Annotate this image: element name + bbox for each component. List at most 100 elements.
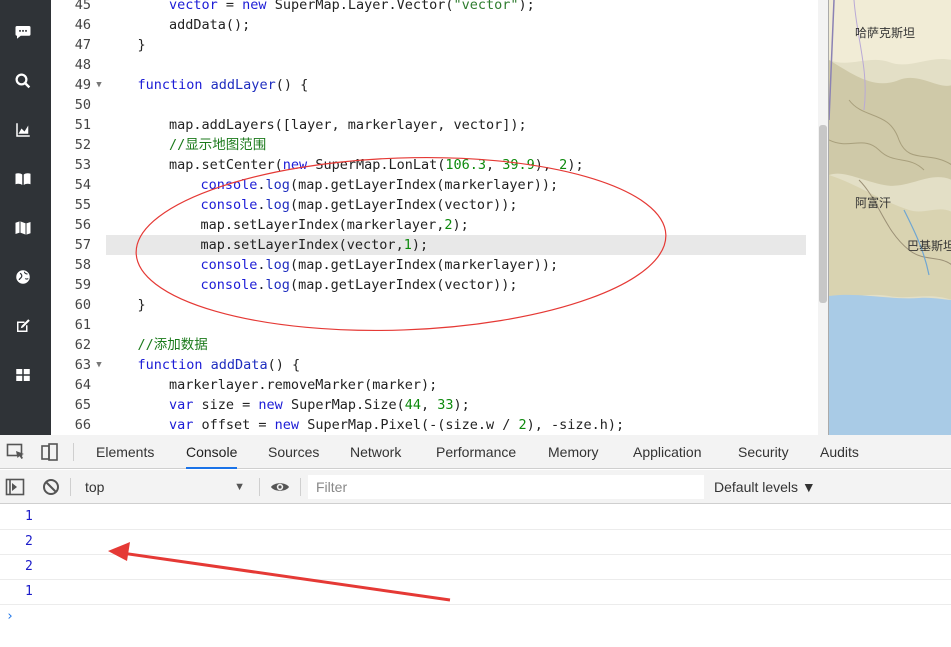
tab-performance[interactable]: Performance [436,435,516,469]
log-levels-dropdown[interactable]: Default levels ▼ [714,475,816,499]
code-line[interactable]: 46 addData(); [51,15,828,35]
tab-console[interactable]: Console [186,435,238,469]
code-line[interactable]: 53 map.setCenter(new SuperMap.LonLat(106.… [51,155,828,175]
clear-console-icon[interactable] [41,478,61,496]
code-token: 33 [437,397,454,413]
map-label-pakistan: 巴基斯坦 [907,239,951,253]
code-line[interactable]: 57 map.setLayerIndex(vector,1); [51,235,828,255]
code-line[interactable]: 47} [51,35,828,55]
line-content: var size = new SuperMap.Size(44, 33); [106,395,806,415]
toolbar-separator-3 [300,478,301,496]
code-token: , [486,157,503,173]
code-token: (map.getLayerIndex(markerlayer)); [289,177,559,193]
chart-icon[interactable] [12,119,34,141]
code-line[interactable]: 62 //添加数据 [51,335,828,355]
line-content [106,315,806,335]
code-line[interactable]: 66 var offset = new SuperMap.Pixel(-(size… [51,415,828,435]
code-line[interactable]: 54 console.log(map.getLayerIndex(markerla… [51,175,828,195]
code-token: addData(); [169,17,251,33]
line-content: function addLayer() { [106,75,806,95]
code-line[interactable]: 61 [51,315,828,335]
fold-toggle-icon[interactable]: ▼ [93,75,105,95]
fold-toggle-icon[interactable]: ▼ [93,355,105,375]
code-editor[interactable]: 45 vector = new SuperMap.Layer.Vector("ve… [51,0,828,435]
code-token: console [200,197,258,213]
code-line[interactable]: 63 ▼ function addData() { [51,355,828,375]
code-line[interactable]: 49 ▼ function addLayer() { [51,75,828,95]
code-line[interactable]: 59 console.log(map.getLayerIndex(vector))… [51,275,828,295]
code-line[interactable]: 45 vector = new SuperMap.Layer.Vector("ve… [51,0,828,15]
code-token: . [257,197,266,213]
tab-elements[interactable]: Elements [96,435,154,469]
context-selector[interactable]: top ▼ [77,475,253,499]
map-view[interactable]: 哈萨克斯坦 阿富汗 巴基斯坦 [828,0,951,435]
tabbar-separator [73,443,74,461]
console-log-row: 2 [0,555,951,580]
code-token: () { [267,357,301,373]
code-token: 1 [403,237,412,253]
code-line[interactable]: 55 console.log(map.getLayerIndex(vector))… [51,195,828,215]
code-token: new [274,417,300,433]
edit-icon[interactable] [12,315,34,337]
globe-icon[interactable] [12,266,34,288]
line-content: console.log(map.getLayerIndex(markerlaye… [106,175,806,195]
code-line[interactable]: 58 console.log(map.getLayerIndex(markerla… [51,255,828,275]
code-token: log [265,197,290,213]
search-icon[interactable] [12,70,34,92]
filter-input[interactable] [308,475,704,499]
console-log-row: 1 [0,505,951,530]
code-token: console [200,257,258,273]
line-number: 51 [74,117,91,133]
map-terrain [829,0,951,435]
sidebar-toggle-icon[interactable] [5,478,25,496]
code-line[interactable]: 51 map.addLayers([layer, markerlayer, vec… [51,115,828,135]
code-line[interactable]: 50 [51,95,828,115]
tab-network[interactable]: Network [350,435,401,469]
line-number: 52 [74,137,91,153]
map-label-afghanistan: 阿富汗 [855,196,892,210]
map-label-kazakhstan: 哈萨克斯坦 [855,26,916,40]
code-line[interactable]: 56 map.setLayerIndex(markerlayer,2); [51,215,828,235]
line-content: //添加数据 [106,335,806,355]
book-icon[interactable] [12,168,34,190]
code-token: 44 [404,397,421,413]
code-token: } [137,297,146,313]
code-token: ); [411,237,429,253]
code-line[interactable]: 48 [51,55,828,75]
chat-icon[interactable] [12,21,34,43]
code-line[interactable]: 60} [51,295,828,315]
device-toolbar-icon[interactable] [39,443,59,461]
line-content: console.log(map.getLayerIndex(vector)); [106,275,806,295]
code-token: . [257,277,266,293]
line-number: 57 [74,237,91,253]
code-token: addLayer [210,77,276,93]
tab-sources[interactable]: Sources [268,435,319,469]
line-number: 59 [74,277,91,293]
line-content: map.setLayerIndex(markerlayer,2); [106,215,806,235]
code-token: . [257,177,266,193]
code-token: size = [193,397,259,413]
code-line[interactable]: 65 var size = new SuperMap.Size(44, 33); [51,395,828,415]
code-token: , [421,397,438,413]
tab-security[interactable]: Security [738,435,789,469]
toolbar-separator [70,478,71,496]
code-token: = [217,0,243,13]
grid-icon[interactable] [12,364,34,386]
tab-memory[interactable]: Memory [548,435,599,469]
line-content: map.setLayerIndex(vector,1); [106,235,806,255]
map-icon[interactable] [12,217,34,239]
inspect-element-icon[interactable] [6,443,26,461]
console-prompt[interactable]: › [6,609,14,624]
console-output[interactable]: › 1 2 2 1 [0,505,951,647]
eye-icon[interactable] [270,478,290,496]
tab-audits[interactable]: Audits [820,435,859,469]
line-number: 54 [74,177,91,193]
code-line[interactable]: 64 markerlayer.removeMarker(marker); [51,375,828,395]
code-token: 2 [518,417,527,433]
line-number: 66 [74,417,91,433]
code-token: var [169,397,194,413]
console-log-row: 2 [0,530,951,555]
code-line[interactable]: 52 //显示地图范围 [51,135,828,155]
code-token: addData [210,357,268,373]
tab-application[interactable]: Application [633,435,702,469]
